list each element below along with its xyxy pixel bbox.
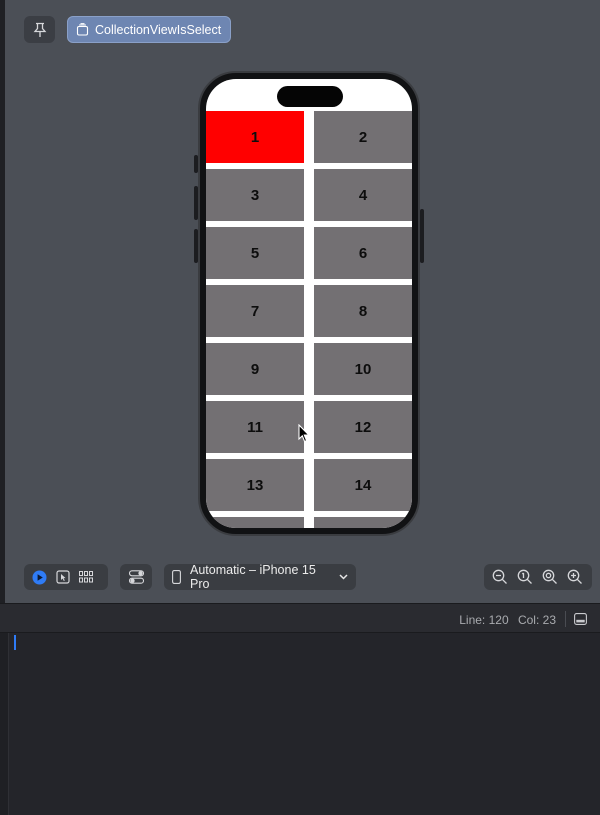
chevron-down-icon	[339, 574, 348, 580]
device-screen: 1 2 3 4 5 6 7 8 9 10 11 12 13 14	[206, 79, 412, 528]
zoom-fit-icon[interactable]	[542, 569, 558, 585]
iphone-device-frame: 1 2 3 4 5 6 7 8 9 10 11 12 13 14	[194, 71, 424, 536]
collection-cell-11[interactable]: 11	[206, 401, 304, 453]
collection-cell-8[interactable]: 8	[314, 285, 412, 337]
play-circle-icon[interactable]	[32, 570, 47, 585]
collection-cell-10[interactable]: 10	[314, 343, 412, 395]
collection-cell-5[interactable]: 5	[206, 227, 304, 279]
zoom-in-icon[interactable]	[567, 569, 583, 585]
grid-icon[interactable]	[79, 571, 93, 583]
collection-cell-6[interactable]: 6	[314, 227, 412, 279]
mouse-pointer-icon	[298, 424, 310, 443]
preview-stack-icon	[76, 23, 89, 36]
device-selector-label: Automatic – iPhone 15 Pro	[190, 563, 316, 591]
debug-area-toggle-icon[interactable]	[574, 613, 587, 625]
collection-cell-partial	[206, 517, 304, 528]
zoom-100-icon[interactable]	[517, 569, 533, 585]
preview-canvas: CollectionViewIsSelect 1 2 3 4 5 6 7 8 9 10 11 12 13…	[0, 0, 600, 603]
status-divider	[565, 611, 566, 627]
collection-cell-14[interactable]: 14	[314, 459, 412, 511]
preview-mode-group	[24, 564, 108, 590]
device-selector[interactable]: Automatic – iPhone 15 Pro	[164, 563, 356, 591]
device-settings-button[interactable]	[120, 564, 152, 590]
editor-status-bar: Line: 120 Col: 23	[0, 603, 600, 633]
text-caret	[14, 635, 16, 650]
zoom-controls	[484, 564, 592, 590]
action-button	[194, 155, 198, 173]
column-indicator: Col: 23	[517, 613, 556, 627]
collection-cell-9[interactable]: 9	[206, 343, 304, 395]
collection-cell-1[interactable]: 1	[206, 111, 304, 163]
line-gutter	[0, 633, 9, 815]
iphone-icon	[172, 570, 181, 584]
cursor-position: Line: 120 Col: 23	[453, 613, 556, 627]
volume-up-button	[194, 186, 198, 220]
pin-preview-button[interactable]	[24, 16, 55, 43]
preview-name-chip[interactable]: CollectionViewIsSelect	[67, 16, 232, 43]
volume-down-button	[194, 229, 198, 263]
power-button	[420, 209, 424, 263]
toggle-settings-icon	[128, 570, 144, 584]
preview-name-label: CollectionViewIsSelect	[95, 22, 222, 37]
collection-cell-4[interactable]: 4	[314, 169, 412, 221]
collection-cell-2[interactable]: 2	[314, 111, 412, 163]
collection-cell-partial	[314, 517, 412, 528]
pin-icon	[33, 22, 47, 38]
code-editor[interactable]	[0, 633, 600, 815]
dynamic-island	[277, 86, 343, 107]
collection-cell-12[interactable]: 12	[314, 401, 412, 453]
collection-cell-3[interactable]: 3	[206, 169, 304, 221]
line-indicator: Line: 120	[459, 613, 509, 627]
collection-cell-13[interactable]: 13	[206, 459, 304, 511]
zoom-out-icon[interactable]	[492, 569, 508, 585]
collection-cell-7[interactable]: 7	[206, 285, 304, 337]
cursor-select-icon[interactable]	[56, 570, 70, 584]
